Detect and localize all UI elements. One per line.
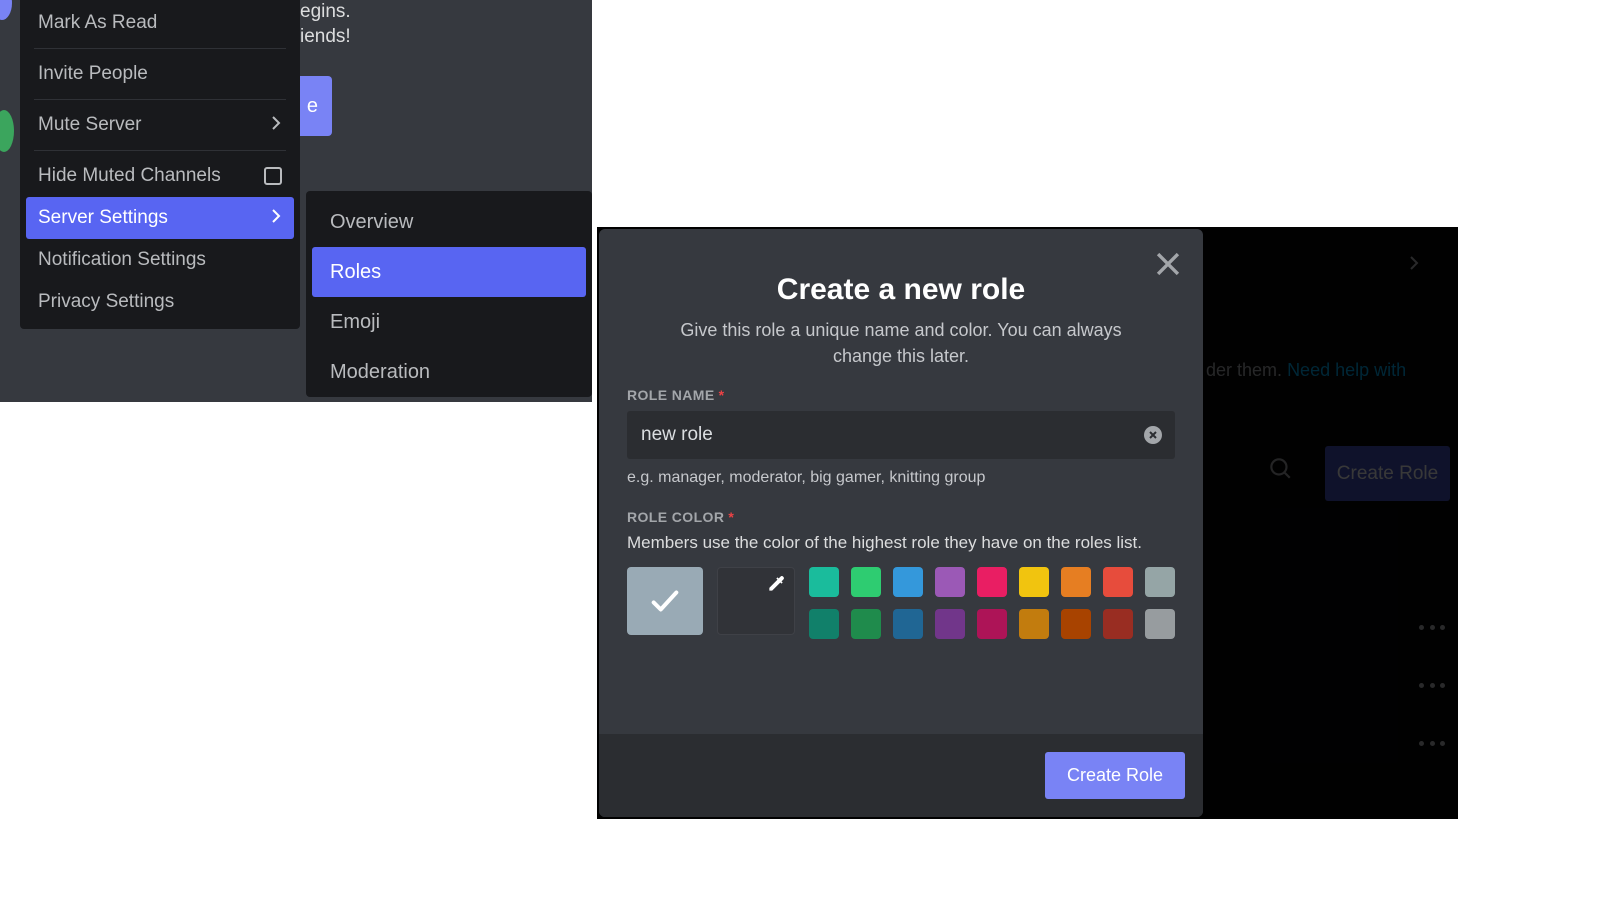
- context-menu-item[interactable]: Privacy Settings: [26, 281, 294, 323]
- role-name-input[interactable]: [627, 411, 1175, 459]
- color-swatch[interactable]: [1019, 567, 1049, 597]
- menu-item-label: Mute Server: [38, 114, 141, 136]
- menu-item-label: Mark As Read: [38, 12, 157, 34]
- menu-item-label: Privacy Settings: [38, 291, 174, 313]
- color-swatch[interactable]: [1061, 567, 1091, 597]
- submenu-item[interactable]: Roles: [312, 247, 586, 297]
- required-asterisk: *: [728, 509, 734, 525]
- server-context-menu-area: egins. iends! e Mark As ReadInvite Peopl…: [0, 0, 592, 402]
- color-swatch[interactable]: [935, 567, 965, 597]
- color-swatch[interactable]: [851, 609, 881, 639]
- menu-item-label: Notification Settings: [38, 249, 206, 271]
- modal-title: Create a new role: [627, 273, 1175, 307]
- server-icon[interactable]: [0, 0, 12, 20]
- color-swatch[interactable]: [1103, 609, 1133, 639]
- color-swatch[interactable]: [1061, 609, 1091, 639]
- required-asterisk: *: [719, 387, 725, 403]
- modal-body: ROLE NAME* e.g. manager, moderator, big …: [599, 387, 1203, 639]
- checkbox-icon: [264, 167, 282, 185]
- context-menu-item[interactable]: Mark As Read: [26, 2, 294, 44]
- custom-color-swatch[interactable]: [717, 567, 795, 635]
- server-icon[interactable]: [0, 110, 14, 152]
- role-color-label: ROLE COLOR*: [627, 509, 1175, 525]
- context-menu-item[interactable]: Invite People: [26, 53, 294, 95]
- modal-header: Create a new role Give this role a uniqu…: [599, 229, 1203, 387]
- submenu-item-label: Roles: [330, 261, 381, 284]
- color-swatch[interactable]: [935, 609, 965, 639]
- menu-item-label: Server Settings: [38, 207, 168, 229]
- color-picker: [627, 567, 1175, 639]
- modal-description: Give this role a unique name and color. …: [651, 317, 1151, 369]
- submenu-item[interactable]: Overview: [312, 197, 586, 247]
- chevron-right-icon: [272, 114, 282, 136]
- color-swatch[interactable]: [1145, 567, 1175, 597]
- role-name-input-wrapper: [627, 411, 1175, 459]
- roles-page-background: der them. Need help with Create Role Cre…: [597, 227, 1458, 819]
- context-menu-item[interactable]: Notification Settings: [26, 239, 294, 281]
- eyedropper-icon: [766, 574, 786, 594]
- color-swatch[interactable]: [977, 567, 1007, 597]
- color-swatch[interactable]: [1103, 567, 1133, 597]
- submenu-item[interactable]: Emoji: [312, 297, 586, 347]
- close-icon[interactable]: [1151, 247, 1185, 281]
- chevron-right-icon: [272, 207, 282, 229]
- default-color-swatch[interactable]: [627, 567, 703, 635]
- menu-item-label: Invite People: [38, 63, 148, 85]
- role-color-description: Members use the color of the highest rol…: [627, 533, 1175, 553]
- clear-input-icon[interactable]: [1143, 425, 1163, 445]
- context-menu-item[interactable]: Mute Server: [26, 104, 294, 146]
- server-icon[interactable]: [0, 170, 10, 200]
- menu-separator: [34, 48, 286, 49]
- submenu-item-label: Emoji: [330, 311, 380, 334]
- role-name-hint: e.g. manager, moderator, big gamer, knit…: [627, 469, 1175, 487]
- submenu-item[interactable]: Moderation: [312, 347, 586, 397]
- color-swatch[interactable]: [893, 609, 923, 639]
- create-role-modal: Create a new role Give this role a uniqu…: [599, 229, 1203, 817]
- color-row-2: [809, 609, 1175, 639]
- color-swatch[interactable]: [809, 567, 839, 597]
- server-icon[interactable]: [0, 44, 10, 74]
- submenu-item-label: Overview: [330, 211, 413, 234]
- backdrop-text-line1: egins.: [300, 0, 351, 26]
- submenu-item-label: Moderation: [330, 361, 430, 384]
- color-row-1: [809, 567, 1175, 597]
- color-swatch[interactable]: [809, 609, 839, 639]
- backdrop-text-line2: iends!: [300, 26, 351, 48]
- role-name-label: ROLE NAME*: [627, 387, 1175, 403]
- menu-separator: [34, 150, 286, 151]
- color-swatch[interactable]: [1145, 609, 1175, 639]
- menu-separator: [34, 99, 286, 100]
- create-role-button[interactable]: Create Role: [1045, 752, 1185, 799]
- context-menu-item[interactable]: Hide Muted Channels: [26, 155, 294, 197]
- color-swatch[interactable]: [851, 567, 881, 597]
- context-menu-item[interactable]: Server Settings: [26, 197, 294, 239]
- color-swatch[interactable]: [977, 609, 1007, 639]
- server-context-menu: Mark As Read Invite People Mute Server Hide…: [20, 0, 300, 329]
- color-swatch[interactable]: [1019, 609, 1049, 639]
- color-swatch[interactable]: [893, 567, 923, 597]
- server-settings-submenu: Overview Roles Emoji Moderation: [306, 191, 592, 397]
- menu-item-label: Hide Muted Channels: [38, 165, 221, 187]
- modal-footer: Create Role: [599, 734, 1203, 817]
- check-icon: [648, 584, 682, 618]
